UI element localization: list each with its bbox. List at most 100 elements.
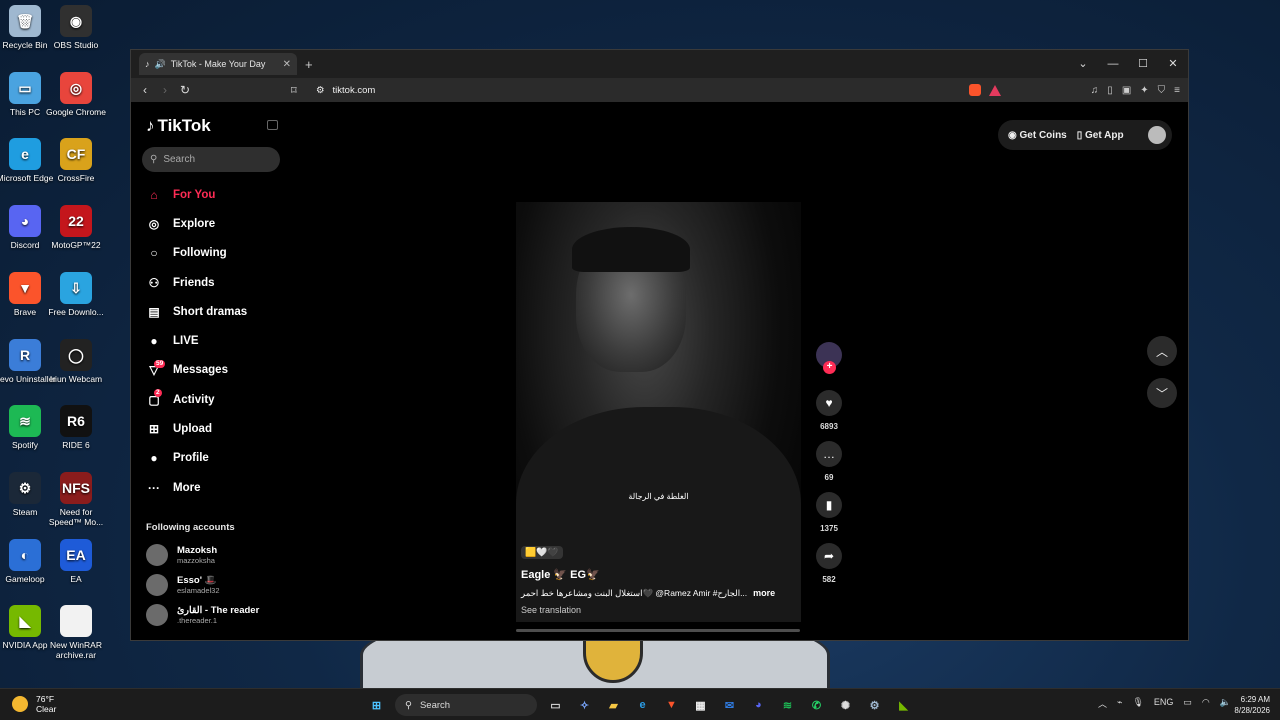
language-indicator[interactable]: ENG: [1154, 697, 1174, 710]
caption-more-button[interactable]: more: [753, 588, 775, 598]
address-bar[interactable]: ⚙ tiktok.com: [316, 81, 1006, 99]
desktop-icon[interactable]: R6 RIDE 6: [44, 405, 108, 450]
sidebar-icon[interactable]: ▯: [1107, 85, 1113, 96]
desktop-icon[interactable]: NFS Need for Speed™ Mo...: [44, 471, 108, 527]
nav-item-live[interactable]: ● LIVE: [146, 326, 247, 355]
tiktok-logo[interactable]: ♪ TikTok: [146, 116, 211, 136]
task-view-icon[interactable]: ▭: [545, 695, 566, 716]
desktop-icon-label: MotoGP™22: [51, 240, 101, 251]
nav-item-profile[interactable]: ● Profile: [146, 444, 247, 473]
share-button[interactable]: ➦: [816, 543, 842, 569]
profile-avatar[interactable]: [1148, 126, 1166, 144]
site-info-icon[interactable]: ⚙: [316, 85, 325, 96]
creator-avatar[interactable]: +: [816, 342, 842, 374]
author-name[interactable]: Eagle 🦅 EG🦅: [521, 568, 801, 581]
see-translation-link[interactable]: See translation: [521, 605, 801, 615]
recycle-bin-icon: 🗑: [9, 5, 41, 37]
nav-item-for-you[interactable]: ⌂ For You: [146, 180, 247, 209]
following-account[interactable]: Mazoksh mazzoksha: [146, 544, 217, 566]
nav-item-short-dramas[interactable]: ▤ Short dramas: [146, 297, 247, 326]
copilot-icon[interactable]: ✧: [574, 695, 595, 716]
close-window-button[interactable]: ✕: [1158, 50, 1188, 78]
following-accounts-title: Following accounts: [146, 522, 235, 533]
follow-plus-icon[interactable]: +: [823, 361, 836, 374]
close-tab-icon[interactable]: ✕: [283, 59, 291, 70]
display-icon[interactable]: ▭: [1183, 697, 1192, 710]
edge-icon: e: [9, 138, 41, 171]
wallet-icon[interactable]: ▣: [1122, 85, 1131, 96]
nav-item-friends[interactable]: ⚇ Friends: [146, 268, 247, 297]
maximize-button[interactable]: ☐: [1128, 50, 1158, 78]
next-video-button[interactable]: ﹀: [1147, 378, 1177, 408]
reload-button[interactable]: ↻: [175, 83, 195, 97]
nav-item-more[interactable]: ··· More: [146, 473, 247, 502]
brave-shield-icon[interactable]: [969, 84, 981, 96]
get-app-button[interactable]: ▯ Get App: [1077, 130, 1124, 141]
nav-item-explore[interactable]: ◎ Explore: [146, 209, 247, 238]
desktop-icon[interactable]: ⇩ Free Downlo...: [44, 271, 108, 317]
bookmark-save-icon: ▮: [825, 498, 833, 512]
search-input[interactable]: ⚲ Search: [142, 147, 280, 172]
previous-video-button[interactable]: ︿: [1147, 336, 1177, 366]
nvidia-icon: ◣: [9, 605, 41, 638]
top-right-actions: ◉ Get Coins ▯ Get App: [998, 120, 1172, 150]
brave-rewards-icon[interactable]: [989, 84, 1001, 96]
nav-item-label: For You: [173, 188, 216, 201]
tray-overflow-icon[interactable]: ︿: [1098, 697, 1107, 710]
discord-taskbar-icon[interactable]: ◕: [748, 695, 769, 716]
tab-tiktok[interactable]: ♪ 🔊 TikTok - Make Your Day ✕: [139, 53, 297, 75]
menu-icon[interactable]: ≡: [1174, 85, 1180, 96]
chatgpt-icon[interactable]: ✺: [835, 695, 856, 716]
clock[interactable]: 6:29 AM 8/28/2026: [1226, 694, 1270, 716]
nav-item-following[interactable]: ○ Following: [146, 239, 247, 268]
desktop-icon[interactable]: 22 MotoGP™22: [44, 205, 108, 250]
bookmark-icon[interactable]: ⌑: [291, 84, 297, 97]
wifi-icon[interactable]: ◠: [1202, 697, 1210, 710]
desktop-icon[interactable]: New WinRAR archive.rar: [44, 605, 108, 660]
nav-item-label: Short dramas: [173, 305, 248, 318]
account-name: Esso' 🎩: [177, 575, 217, 586]
edge-taskbar-icon[interactable]: e: [632, 695, 653, 716]
media-icon[interactable]: ♫: [1091, 85, 1099, 96]
file-explorer-icon[interactable]: ▰: [603, 695, 624, 716]
store-icon[interactable]: ▦: [690, 695, 711, 716]
comment-button[interactable]: …: [816, 441, 842, 467]
desktop-icon[interactable]: ◎ Google Chrome: [44, 71, 108, 117]
collapse-sidebar-icon[interactable]: [267, 120, 278, 130]
account-name: Mazoksh: [177, 545, 218, 556]
desktop-icon[interactable]: ◉ OBS Studio: [44, 5, 108, 50]
forward-button[interactable]: ›: [155, 83, 175, 97]
network-icon[interactable]: ⌁: [1117, 697, 1122, 710]
get-coins-button[interactable]: ◉ Get Coins: [1008, 130, 1067, 141]
tab-list-icon[interactable]: ⌄: [1068, 50, 1098, 78]
spotify-icon: ≋: [9, 405, 41, 438]
desktop-icon[interactable]: ◯ Iriun Webcam: [44, 338, 108, 384]
desktop-icon[interactable]: EA EA: [44, 538, 108, 584]
extensions-icon[interactable]: ✦: [1140, 85, 1148, 96]
save-button[interactable]: ▮: [816, 492, 842, 518]
nav-item-activity[interactable]: ▢ 2 Activity: [146, 385, 247, 414]
nav-item-upload[interactable]: ⊞ Upload: [146, 414, 247, 443]
following-account[interactable]: القارئ - The reader .thereader.1: [146, 604, 259, 626]
taskbar-search[interactable]: ⚲ Search: [395, 694, 537, 716]
vpn-icon[interactable]: ⛉: [1158, 85, 1166, 96]
weather-widget[interactable]: 76°F Clear: [12, 694, 56, 714]
account-avatar: [146, 604, 168, 626]
microphone-icon[interactable]: 🎙: [1132, 697, 1143, 710]
video-progress-bar[interactable]: [516, 629, 800, 632]
nvidia-taskbar-icon[interactable]: ◣: [893, 695, 914, 716]
following-account[interactable]: Esso' 🎩 eslamadel32: [146, 574, 220, 596]
nav-item-messages[interactable]: ▽ 59 Messages: [146, 356, 247, 385]
new-tab-button[interactable]: +: [305, 57, 313, 72]
audio-icon[interactable]: 🔊: [155, 59, 166, 70]
outlook-icon[interactable]: ✉: [719, 695, 740, 716]
start-button[interactable]: ⊞: [366, 695, 387, 716]
desktop-icon[interactable]: CF CrossFire: [44, 138, 108, 183]
spotify-taskbar-icon[interactable]: ≋: [777, 695, 798, 716]
brave-taskbar-icon[interactable]: ▼: [661, 695, 682, 716]
minimize-button[interactable]: —: [1098, 50, 1128, 78]
back-button[interactable]: ‹: [135, 83, 155, 97]
whatsapp-icon[interactable]: ✆: [806, 695, 827, 716]
like-button[interactable]: ♥: [816, 390, 842, 416]
steam-taskbar-icon[interactable]: ⚙: [864, 695, 885, 716]
